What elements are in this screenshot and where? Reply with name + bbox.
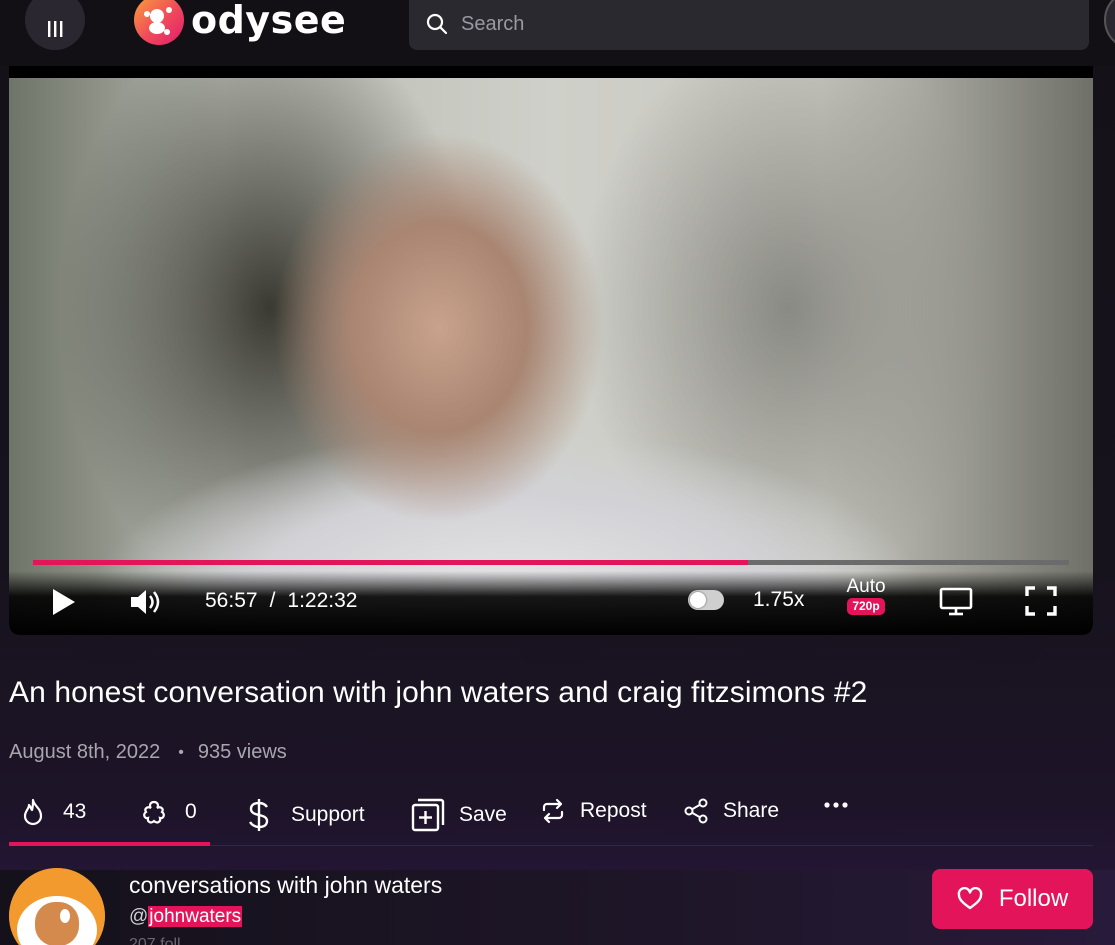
save-label: Save: [459, 803, 507, 826]
search-bar[interactable]: [409, 0, 1089, 50]
playback-speed[interactable]: 1.75x: [753, 588, 804, 612]
action-bar: 43 0 Support Save Repost Share: [9, 790, 1093, 846]
menu-button[interactable]: [25, 0, 85, 50]
video-title: An honest conversation with john waters …: [9, 676, 868, 709]
heart-icon: [957, 887, 983, 910]
play-button[interactable]: [51, 587, 77, 617]
follower-count: 207 foll: [129, 936, 181, 945]
save-button[interactable]: Save: [411, 798, 507, 832]
video-player[interactable]: 56:57 / 1:22:32 1.75x Auto 720p: [9, 66, 1093, 635]
account-button[interactable]: [1104, 0, 1115, 50]
logo-text: odysee: [191, 0, 347, 42]
repost-label: Repost: [580, 799, 647, 822]
slime-icon: [143, 800, 165, 824]
support-button[interactable]: Support: [247, 798, 365, 832]
follow-label: Follow: [998, 885, 1069, 912]
odysee-logo-icon: [134, 0, 184, 45]
dollar-icon: [249, 799, 269, 831]
meta-separator: •: [178, 743, 184, 761]
progress-bar[interactable]: [33, 560, 1069, 565]
fire-button[interactable]: 43: [21, 798, 86, 826]
odysee-logo[interactable]: odysee: [133, 0, 346, 46]
top-header: odysee: [0, 0, 1115, 66]
search-icon: [426, 13, 448, 35]
autoplay-toggle[interactable]: [688, 590, 724, 610]
volume-icon: [131, 590, 160, 614]
channel-handle[interactable]: @johnwaters: [129, 906, 243, 928]
slime-count: 0: [185, 800, 197, 823]
handle-text: johnwaters: [148, 906, 243, 927]
more-options-button[interactable]: [823, 792, 849, 818]
search-input[interactable]: [461, 12, 1021, 36]
play-icon: [53, 589, 75, 615]
follow-button[interactable]: Follow: [932, 869, 1093, 929]
progress-bar-fill: [33, 560, 748, 565]
video-frame[interactable]: [9, 78, 1093, 635]
fire-icon: [23, 798, 43, 826]
channel-name[interactable]: conversations with john waters: [129, 872, 442, 899]
active-tab-underline: [9, 842, 210, 846]
duration: 1:22:32: [287, 589, 358, 612]
share-label: Share: [723, 799, 780, 822]
more-icon: [824, 802, 848, 808]
handle-prefix: @: [129, 906, 149, 927]
quality-selector[interactable]: Auto 720p: [841, 577, 891, 615]
menu-icon: [48, 21, 63, 37]
toggle-knob: [690, 592, 706, 608]
add-to-playlist-icon: [411, 798, 445, 832]
view-count: 935 views: [197, 741, 287, 763]
current-time: 56:57: [205, 589, 258, 612]
quality-label: Auto: [846, 576, 886, 597]
quality-badge: 720p: [847, 598, 885, 615]
fullscreen-icon: [1025, 586, 1057, 616]
fire-count: 43: [63, 800, 87, 823]
time-display: 56:57 / 1:22:32: [205, 589, 357, 613]
theater-mode-button[interactable]: [939, 586, 973, 616]
volume-button[interactable]: [129, 587, 163, 617]
fullscreen-button[interactable]: [1025, 586, 1057, 616]
repost-icon: [542, 798, 564, 824]
publish-date: August 8th, 2022: [9, 741, 161, 763]
support-label: Support: [291, 803, 365, 826]
slime-button[interactable]: 0: [141, 798, 197, 826]
share-button[interactable]: Share: [683, 798, 779, 824]
repost-button[interactable]: Repost: [540, 798, 647, 824]
monitor-icon: [939, 587, 973, 616]
time-separator: /: [269, 589, 276, 612]
video-meta: August 8th, 2022 • 935 views: [9, 741, 287, 764]
player-controls: 56:57 / 1:22:32 1.75x Auto 720p: [9, 571, 1093, 635]
share-icon: [684, 798, 708, 824]
